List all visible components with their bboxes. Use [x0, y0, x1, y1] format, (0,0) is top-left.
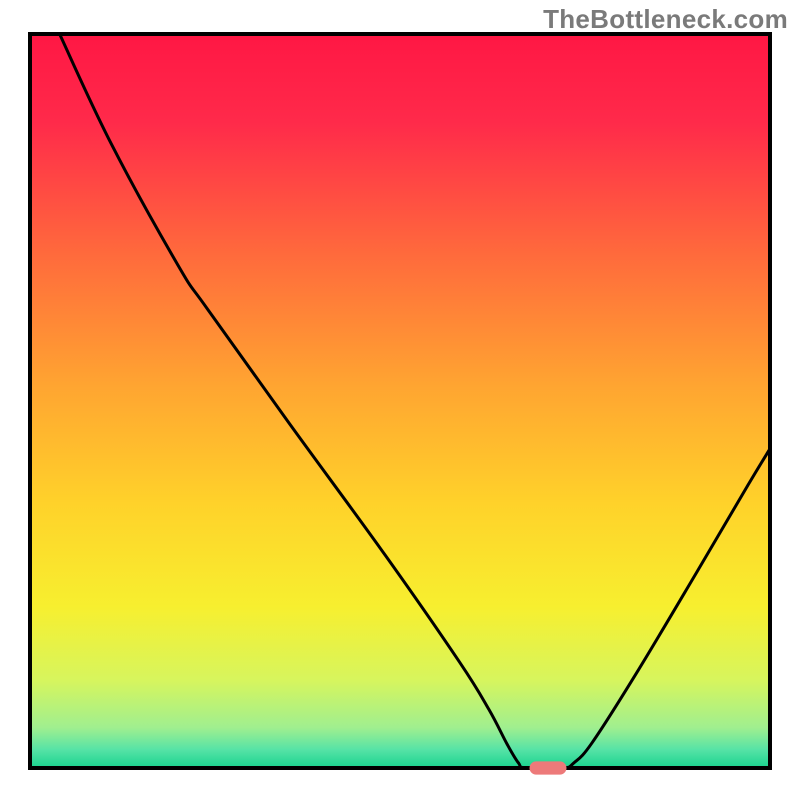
bottleneck-chart	[0, 0, 800, 800]
plot-background	[30, 34, 770, 768]
watermark-text: TheBottleneck.com	[543, 4, 788, 35]
optimal-marker	[530, 761, 567, 774]
